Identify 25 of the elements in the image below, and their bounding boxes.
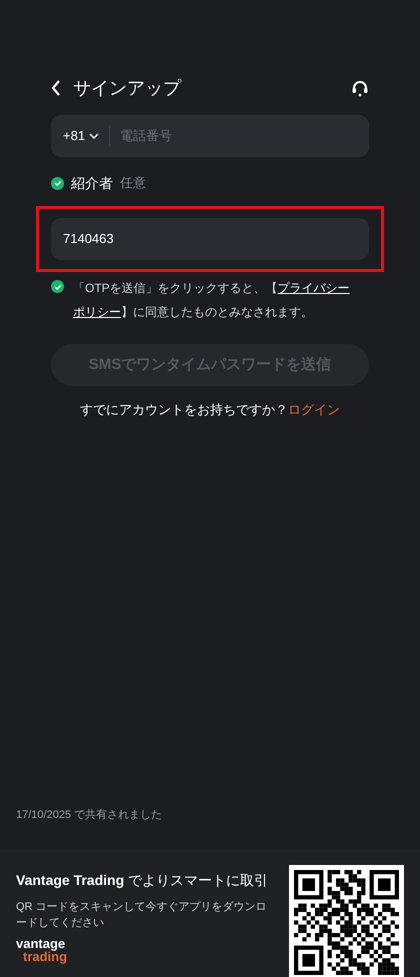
app-promo-text: QR コードをスキャンして今すぐアプリをダウンロードしてください	[16, 900, 268, 931]
checkbox[interactable]	[51, 176, 64, 190]
brand-logo: vantage trading	[16, 937, 68, 963]
referral-input[interactable]: 7140463	[63, 229, 313, 249]
referral-field[interactable]: 7140463	[51, 218, 369, 260]
referral-label: 紹介者	[71, 174, 113, 192]
checkbox[interactable]	[51, 280, 64, 293]
optional-hint: 任意	[120, 174, 146, 192]
consent-text: 「OTPを送信」をクリックすると、【プライバシー ポリシー】に同意したものとみなされます。	[73, 280, 351, 321]
shared-date: 17/10/2025 で共有されました	[16, 809, 162, 821]
country-code: +81	[63, 127, 86, 146]
chevron-down-icon	[89, 133, 100, 139]
qr-code[interactable]	[289, 865, 404, 977]
login-link[interactable]: ログイン	[288, 402, 340, 417]
back-icon	[51, 80, 61, 96]
privacy-policy-link[interactable]: ポリシー	[73, 305, 121, 319]
check-icon	[54, 282, 62, 290]
phone-input[interactable]: 電話番号	[120, 126, 320, 146]
check-icon	[54, 179, 62, 187]
login-prompt: すでにアカウントをお持ちですか？ログイン	[79, 401, 341, 419]
page-title: サインアップ	[73, 76, 181, 100]
phone-field[interactable]: +81 電話番号	[51, 115, 369, 157]
headset-icon[interactable]	[351, 79, 369, 97]
privacy-policy-link[interactable]: プライバシー	[278, 281, 350, 295]
app-promo-headline: Vantage Trading でよりスマートに取引	[16, 871, 270, 890]
